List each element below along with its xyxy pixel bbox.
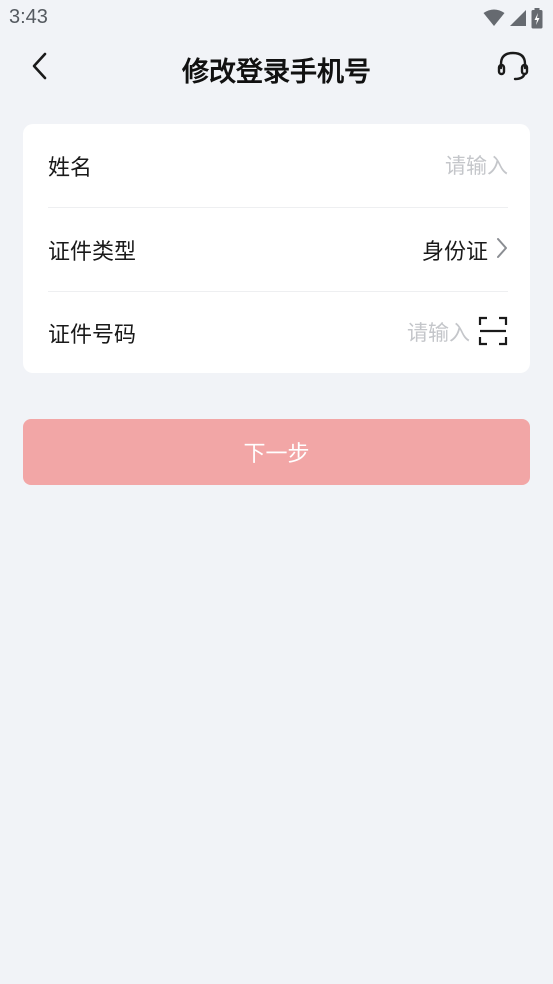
wifi-icon: [483, 9, 505, 27]
scan-icon[interactable]: [478, 316, 508, 350]
name-input[interactable]: [308, 154, 508, 178]
name-label: 姓名: [48, 156, 93, 181]
status-icons: [483, 7, 543, 29]
id-number-label: 证件号码: [48, 322, 137, 348]
next-step-button[interactable]: 下一步: [23, 419, 530, 485]
name-value-wrap: [308, 154, 508, 178]
page-title: 修改登录手机号: [182, 57, 371, 88]
id-type-label: 证件类型: [48, 240, 137, 265]
status-bar: 3:43: [0, 0, 553, 38]
cellular-signal-icon: [509, 9, 527, 27]
id-number-input[interactable]: [300, 320, 470, 345]
chevron-right-icon: [496, 237, 508, 263]
id-type-value-wrap: 身份证: [422, 234, 508, 266]
id-type-value: 身份证: [421, 240, 488, 265]
id-number-value-wrap: [300, 316, 508, 350]
screen: 3:43 修改登录手机号 姓名 请输入 证件类型 身份证 证件号码 请输入 下一…: [0, 0, 553, 984]
id-number-row: 证件号码: [48, 292, 508, 373]
nav-bar: 修改登录手机号: [0, 38, 553, 100]
status-time: 3:43: [9, 6, 48, 28]
name-row: 姓名: [48, 124, 508, 208]
customer-service-button[interactable]: [495, 50, 531, 86]
identity-form-card: 姓名 证件类型 身份证 证件号码: [23, 124, 530, 373]
battery-charging-icon: [531, 7, 543, 29]
customer-service-headset-icon: [496, 49, 530, 87]
id-type-row[interactable]: 证件类型 身份证: [48, 208, 508, 292]
